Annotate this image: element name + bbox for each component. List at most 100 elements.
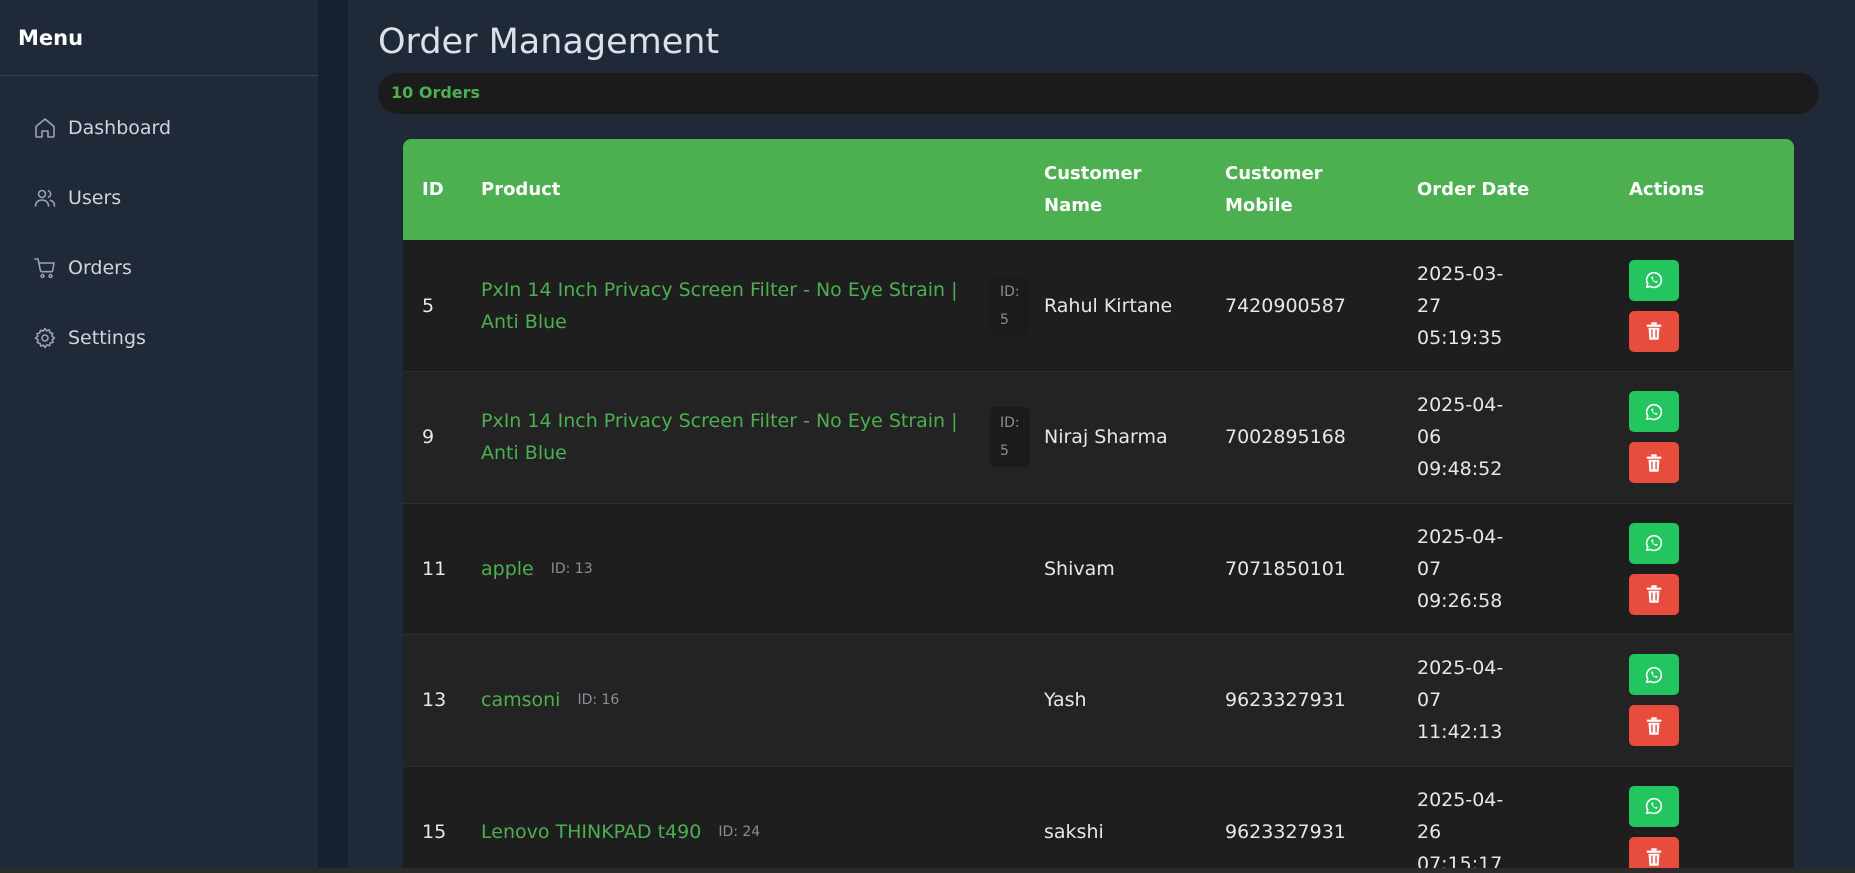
cart-icon — [33, 256, 57, 280]
product-cell: apple ID: 13 — [481, 503, 1044, 635]
orders-table-card: ID Product Customer Name Customer Mobile… — [403, 139, 1794, 873]
whatsapp-icon — [1645, 798, 1663, 815]
delete-button[interactable] — [1629, 573, 1679, 615]
home-icon — [33, 116, 57, 140]
actions-cell — [1629, 372, 1794, 504]
order-date-text: 2025-03-27 05:19:35 — [1417, 262, 1504, 349]
order-date: 2025-04-06 09:48:52 — [1417, 372, 1629, 504]
actions-cell — [1629, 635, 1794, 767]
column-header-actions: Actions — [1629, 178, 1705, 200]
order-date-text: 2025-04-07 11:42:13 — [1417, 657, 1504, 744]
customer-mobile: 9623327931 — [1225, 689, 1346, 712]
delete-button[interactable] — [1629, 310, 1679, 352]
order-id: 11 — [422, 557, 447, 580]
table-row: 11 apple ID: 13 Shivam 7071850101 2025-0… — [403, 503, 1794, 635]
trash-icon — [1646, 848, 1662, 866]
whatsapp-icon — [1645, 535, 1663, 552]
actions-cell — [1629, 503, 1794, 635]
row-actions — [1629, 522, 1794, 615]
gear-icon — [33, 326, 57, 350]
column-header-customer-mobile: Customer Mobile — [1225, 139, 1417, 240]
product-id-badge: ID: 16 — [577, 692, 620, 709]
whatsapp-icon — [1645, 403, 1663, 420]
window-bottom-edge — [0, 868, 1855, 873]
delete-button[interactable] — [1629, 705, 1679, 747]
whatsapp-button[interactable] — [1629, 391, 1679, 433]
product-info: camsoni ID: 16 — [481, 684, 1030, 716]
row-actions — [1629, 391, 1794, 484]
product-id-badge: ID: 5 — [990, 407, 1030, 468]
whatsapp-icon — [1645, 666, 1663, 683]
order-id: 13 — [422, 689, 447, 712]
table-row: 13 camsoni ID: 16 Yash 9623327931 2025-0… — [403, 634, 1794, 767]
customer-name: sakshi — [1044, 820, 1104, 843]
order-id: 5 — [422, 294, 435, 317]
trash-icon — [1646, 322, 1662, 340]
order-date-text: 2025-04-06 09:48:52 — [1417, 394, 1504, 481]
orders-table: ID Product Customer Name Customer Mobile… — [403, 139, 1794, 873]
product-info: apple ID: 13 — [481, 553, 1030, 585]
order-date-text: 2025-04-07 09:26:58 — [1417, 525, 1504, 612]
column-header-product: Product — [481, 178, 561, 200]
product-link[interactable]: PxIn 14 Inch Privacy Screen Filter - No … — [481, 405, 981, 469]
whatsapp-button[interactable] — [1629, 654, 1679, 696]
order-count-badge: 10 Orders — [391, 83, 481, 102]
trash-icon — [1646, 454, 1662, 472]
column-header-order-date: Order Date — [1417, 178, 1530, 200]
column-header-id: ID — [422, 178, 444, 200]
table-row: 5 PxIn 14 Inch Privacy Screen Filter - N… — [403, 240, 1794, 372]
product-cell: PxIn 14 Inch Privacy Screen Filter - No … — [481, 240, 1044, 372]
product-id-badge: ID: 24 — [718, 823, 761, 840]
whatsapp-button[interactable] — [1629, 785, 1679, 827]
table-row: 15 Lenovo THINKPAD t490 ID: 24 sakshi 96… — [403, 766, 1794, 873]
product-cell: Lenovo THINKPAD t490 ID: 24 — [481, 766, 1044, 873]
sidebar-item-label: Dashboard — [68, 117, 172, 139]
sidebar-item-label: Users — [68, 187, 122, 209]
product-id-badge: ID: 13 — [550, 560, 593, 577]
order-count-bar: 10 Orders — [378, 73, 1819, 114]
product-link[interactable]: camsoni — [481, 684, 560, 716]
order-date: 2025-03-27 05:19:35 — [1417, 240, 1629, 372]
page-title: Order Management — [378, 22, 720, 62]
whatsapp-icon — [1645, 271, 1663, 289]
trash-icon — [1646, 585, 1662, 603]
product-info: PxIn 14 Inch Privacy Screen Filter - No … — [481, 405, 1030, 469]
main-content: Order Management 10 Orders ID Product Cu… — [348, 0, 1855, 873]
product-id-badge: ID: 5 — [990, 275, 1030, 336]
order-id: 15 — [422, 820, 447, 843]
product-cell: camsoni ID: 16 — [481, 635, 1044, 767]
whatsapp-button[interactable] — [1629, 522, 1679, 564]
sidebar-item-settings[interactable]: Settings — [0, 303, 318, 373]
row-actions — [1629, 654, 1794, 747]
delete-button[interactable] — [1629, 442, 1679, 484]
sidebar-item-dashboard[interactable]: Dashboard — [0, 93, 318, 163]
customer-name: Shivam — [1044, 557, 1115, 580]
sidebar-nav: Dashboard Users Orders Settings — [0, 76, 318, 373]
sidebar-item-label: Orders — [68, 257, 132, 279]
order-date-text: 2025-04-26 07:15:17 — [1417, 788, 1504, 873]
order-date: 2025-04-07 11:42:13 — [1417, 635, 1629, 767]
customer-name: Yash — [1044, 689, 1087, 712]
column-header-customer-name-label: Customer Name — [1044, 162, 1142, 216]
column-header-customer-name: Customer Name — [1044, 139, 1225, 240]
customer-mobile: 7071850101 — [1225, 557, 1346, 580]
product-link[interactable]: Lenovo THINKPAD t490 — [481, 816, 701, 848]
whatsapp-button[interactable] — [1629, 259, 1679, 301]
actions-cell — [1629, 766, 1794, 873]
sidebar-item-orders[interactable]: Orders — [0, 233, 318, 303]
table-row: 9 PxIn 14 Inch Privacy Screen Filter - N… — [403, 371, 1794, 504]
row-actions — [1629, 259, 1794, 352]
actions-cell — [1629, 240, 1794, 372]
column-header-customer-mobile-label: Customer Mobile — [1225, 162, 1323, 216]
customer-mobile: 9623327931 — [1225, 820, 1346, 843]
customer-name: Niraj Sharma — [1044, 426, 1168, 449]
product-link[interactable]: PxIn 14 Inch Privacy Screen Filter - No … — [481, 274, 981, 338]
order-date: 2025-04-07 09:26:58 — [1417, 503, 1629, 635]
trash-icon — [1646, 717, 1662, 735]
order-id: 9 — [422, 426, 435, 449]
sidebar-item-users[interactable]: Users — [0, 163, 318, 233]
product-link[interactable]: apple — [481, 553, 534, 585]
order-date: 2025-04-26 07:15:17 — [1417, 766, 1629, 873]
product-cell: PxIn 14 Inch Privacy Screen Filter - No … — [481, 372, 1044, 504]
table-header-row: ID Product Customer Name Customer Mobile… — [403, 139, 1794, 240]
